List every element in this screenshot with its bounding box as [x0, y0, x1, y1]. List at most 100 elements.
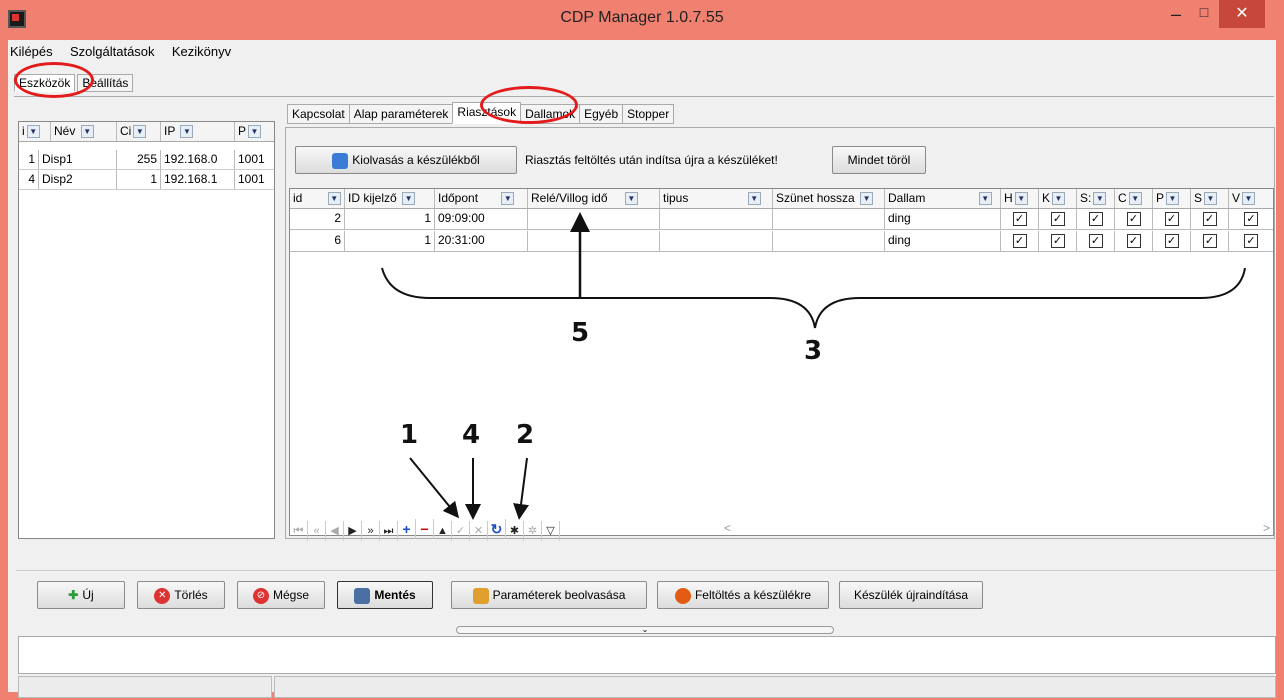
- post-record-icon[interactable]: ✓: [452, 521, 470, 541]
- filter-dropdown-icon[interactable]: ▼: [860, 192, 874, 206]
- next-page-icon[interactable]: »: [362, 521, 380, 541]
- filter-dropdown-icon[interactable]: ▼: [1128, 192, 1142, 206]
- filter-dropdown-icon[interactable]: ▼: [1014, 192, 1028, 206]
- cell-tipus[interactable]: [660, 231, 773, 251]
- filter-dropdown-icon[interactable]: ▼: [248, 125, 262, 139]
- col-header-sz[interactable]: S: ▼: [1077, 189, 1115, 208]
- filter-dropdown-icon[interactable]: ▼: [624, 192, 638, 206]
- delete-button[interactable]: ✕ Törlés: [137, 581, 225, 609]
- prev-page-icon[interactable]: «: [308, 521, 326, 541]
- cancel-button[interactable]: ⊘ Mégse: [237, 581, 325, 609]
- cell-szunet[interactable]: [773, 231, 885, 251]
- goto-bookmark-icon[interactable]: ✲: [524, 521, 542, 541]
- menu-kezikonyv[interactable]: Kezikönyv: [172, 44, 231, 59]
- col-header-i[interactable]: i ▼: [19, 122, 51, 141]
- tab-egyeb[interactable]: Egyéb: [579, 104, 624, 124]
- tab-kapcsolat[interactable]: Kapcsolat: [287, 104, 350, 124]
- cell-rele[interactable]: [528, 209, 660, 229]
- day-checkbox[interactable]: ✓: [1244, 234, 1258, 248]
- close-button[interactable]: ✕: [1219, 0, 1265, 28]
- horizontal-scrollbar[interactable]: < >: [718, 519, 1274, 539]
- menu-kilepes[interactable]: Kilépés: [10, 44, 53, 59]
- prev-record-icon[interactable]: ◀: [326, 521, 344, 541]
- day-checkbox[interactable]: ✓: [1202, 234, 1217, 248]
- read-parameters-button[interactable]: Paraméterek beolvasása: [451, 581, 647, 609]
- col-header-id[interactable]: id ▼: [290, 189, 345, 208]
- col-header-h[interactable]: H ▼: [1001, 189, 1039, 208]
- scroll-right-icon[interactable]: >: [1263, 521, 1270, 535]
- cell-id[interactable]: 6: [290, 231, 345, 251]
- col-header-c[interactable]: C ▼: [1115, 189, 1153, 208]
- filter-dropdown-icon[interactable]: ▼: [747, 192, 761, 206]
- scroll-left-icon[interactable]: <: [724, 521, 731, 535]
- maximize-button[interactable]: □: [1190, 4, 1218, 28]
- filter-dropdown-icon[interactable]: ▼: [133, 125, 147, 139]
- cell-rele[interactable]: [528, 231, 660, 251]
- last-record-icon[interactable]: ⏭: [380, 521, 398, 541]
- day-checkbox[interactable]: ✓: [1126, 212, 1141, 226]
- filter-dropdown-icon[interactable]: ▼: [1093, 192, 1107, 206]
- device-grid[interactable]: i ▼ Név ▼ Ci ▼ IP ▼ P ▼ 1 Disp1 255 192.168…: [18, 121, 275, 539]
- cell-idopont[interactable]: 09:09:00: [435, 209, 528, 229]
- col-header-id-kijelzo[interactable]: ID kijelző ▼: [345, 189, 435, 208]
- filter-dropdown-icon[interactable]: ▼: [402, 192, 416, 206]
- col-header-k[interactable]: K ▼: [1039, 189, 1077, 208]
- day-checkbox[interactable]: ✓: [1164, 234, 1179, 248]
- col-header-s[interactable]: S ▼: [1191, 189, 1229, 208]
- device-row[interactable]: 4 Disp2 1 192.168.1 1001: [19, 170, 274, 190]
- filter-icon[interactable]: ▽: [542, 521, 560, 541]
- col-header-v[interactable]: V ▼: [1229, 189, 1273, 208]
- save-button[interactable]: Mentés: [337, 581, 433, 609]
- filter-dropdown-icon[interactable]: ▼: [327, 192, 341, 206]
- first-record-icon[interactable]: ⏮: [290, 521, 308, 541]
- day-checkbox[interactable]: ✓: [1244, 212, 1258, 226]
- filter-dropdown-icon[interactable]: ▼: [1052, 192, 1066, 206]
- restart-device-button[interactable]: Készülék újraindítása: [839, 581, 983, 609]
- day-checkbox[interactable]: ✓: [1088, 212, 1103, 226]
- device-row[interactable]: 1 Disp1 255 192.168.0 1001: [19, 150, 274, 170]
- bookmark-icon[interactable]: ✱: [506, 521, 524, 541]
- col-header-ci[interactable]: Ci ▼: [117, 122, 161, 141]
- col-header-idopont[interactable]: Időpont ▼: [435, 189, 528, 208]
- filter-dropdown-icon[interactable]: ▼: [501, 192, 515, 206]
- alarms-grid[interactable]: id ▼ ID kijelző ▼ Időpont ▼ Relé/Villog …: [289, 188, 1274, 536]
- next-record-icon[interactable]: ▶: [344, 521, 362, 541]
- clear-all-button[interactable]: Mindet töröl: [832, 146, 926, 174]
- menu-szolgaltatasok[interactable]: Szolgáltatások: [70, 44, 155, 59]
- col-header-tipus[interactable]: tipus ▼: [660, 189, 773, 208]
- day-checkbox[interactable]: ✓: [1050, 212, 1065, 226]
- col-header-dallam[interactable]: Dallam ▼: [885, 189, 1001, 208]
- filter-dropdown-icon[interactable]: ▼: [1166, 192, 1180, 206]
- tab-alap-parameterek[interactable]: Alap paraméterek: [348, 104, 454, 124]
- cell-szunet[interactable]: [773, 209, 885, 229]
- read-from-device-button[interactable]: Kiolvasás a készülékből: [295, 146, 517, 174]
- day-checkbox[interactable]: ✓: [1126, 234, 1141, 248]
- splitter-handle[interactable]: ⌄: [456, 626, 834, 634]
- cell-id[interactable]: 2: [290, 209, 345, 229]
- cell-dallam[interactable]: ding: [885, 231, 1001, 251]
- alarm-row[interactable]: 2 1 09:09:00 ding ✓ ✓ ✓ ✓ ✓ ✓ ✓: [290, 209, 1273, 230]
- filter-dropdown-icon[interactable]: ▼: [1242, 192, 1256, 206]
- col-header-p[interactable]: P ▼: [1153, 189, 1191, 208]
- alarm-row[interactable]: 6 1 20:31:00 ding ✓ ✓ ✓ ✓ ✓ ✓ ✓: [290, 231, 1273, 252]
- day-checkbox[interactable]: ✓: [1164, 212, 1179, 226]
- refresh-icon[interactable]: ↻: [488, 519, 506, 539]
- filter-dropdown-icon[interactable]: ▼: [1204, 192, 1218, 206]
- new-button[interactable]: ✚ Új: [37, 581, 125, 609]
- cell-dallam[interactable]: ding: [885, 209, 1001, 229]
- add-record-icon[interactable]: +: [398, 519, 416, 539]
- filter-dropdown-icon[interactable]: ▼: [180, 125, 194, 139]
- filter-dropdown-icon[interactable]: ▼: [26, 125, 40, 139]
- col-header-nev[interactable]: Név ▼: [51, 122, 117, 141]
- upload-button[interactable]: Feltöltés a készülékre: [657, 581, 829, 609]
- day-checkbox[interactable]: ✓: [1088, 234, 1103, 248]
- filter-dropdown-icon[interactable]: ▼: [978, 192, 992, 206]
- cell-kijelzo[interactable]: 1: [345, 231, 435, 251]
- col-header-rele[interactable]: Relé/Villog idő ▼: [528, 189, 660, 208]
- day-checkbox[interactable]: ✓: [1012, 234, 1027, 248]
- col-header-szunet[interactable]: Szünet hossza ▼: [773, 189, 885, 208]
- edit-record-icon[interactable]: ▲: [434, 521, 452, 541]
- day-checkbox[interactable]: ✓: [1012, 212, 1027, 226]
- minimize-button[interactable]: –: [1162, 4, 1190, 28]
- col-header-ip[interactable]: IP ▼: [161, 122, 235, 141]
